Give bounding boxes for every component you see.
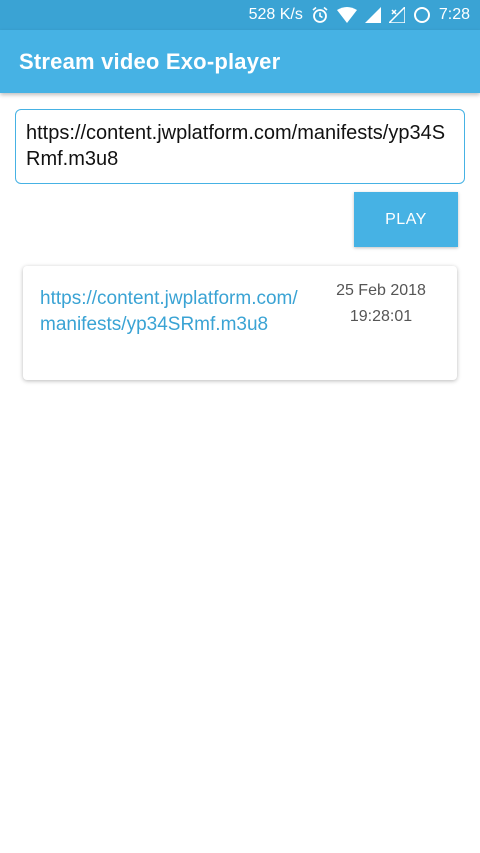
stream-url-input[interactable]: https://content.jwplatform.com/manifests… (15, 109, 465, 184)
status-time: 7:28 (438, 6, 470, 23)
history-item-date: 25 Feb 2018 (336, 282, 426, 299)
play-button[interactable]: PLAY (354, 192, 458, 247)
history-item-time: 19:28:01 (349, 308, 413, 325)
signal-icon (364, 7, 381, 23)
app-title: Stream video Exo-player (19, 48, 281, 74)
app-bar: Stream video Exo-player (0, 30, 480, 93)
history-item[interactable]: https://content.jwplatform.com/manifests… (23, 266, 457, 380)
signal-no-data-icon (388, 7, 405, 23)
history-item-url[interactable]: https://content.jwplatform.com/manifests… (40, 286, 305, 338)
wifi-icon (336, 7, 357, 23)
alarm-icon (311, 6, 329, 24)
status-bar: 528 K/s 7:28 (0, 0, 480, 30)
battery-icon (413, 6, 431, 24)
net-speed: 528 K/s (248, 6, 303, 23)
